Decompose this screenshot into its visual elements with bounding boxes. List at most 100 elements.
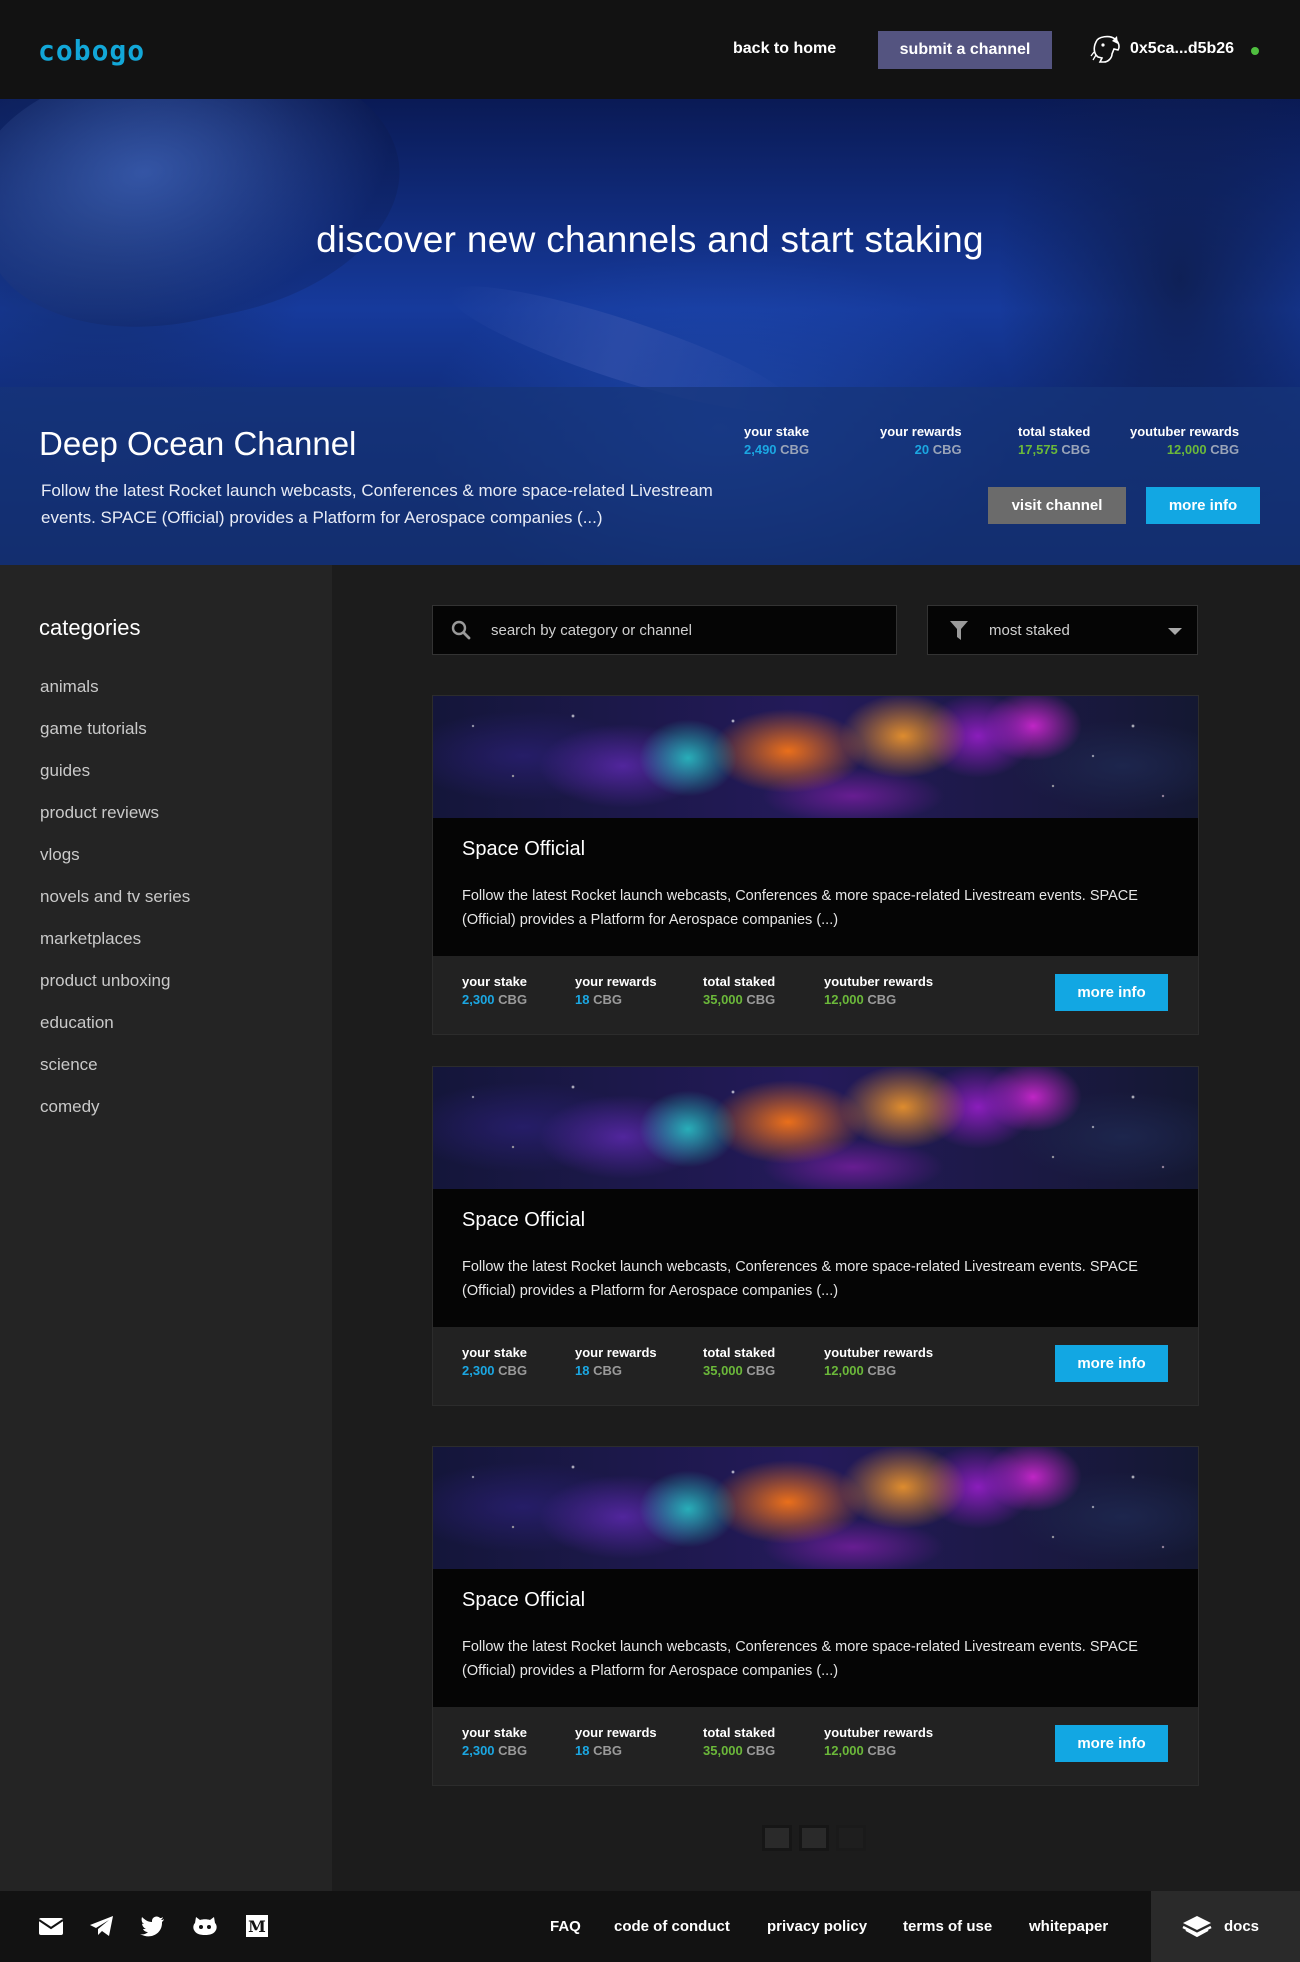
cobogo-logo[interactable]: cobogo: [38, 34, 145, 67]
stat-your-stake: your stake 2,300 CBG: [462, 1725, 527, 1758]
filter-icon: [950, 621, 968, 640]
stat-label: youtuber rewards: [824, 1345, 934, 1360]
stat-your-stake: your stake 2,300 CBG: [462, 974, 527, 1007]
more-info-button[interactable]: more info: [1055, 1725, 1168, 1762]
stat-unit: CBG: [780, 442, 810, 457]
channel-list-area: most staked Space Official Follow the la…: [332, 565, 1300, 1891]
channel-title[interactable]: Space Official: [462, 1209, 585, 1232]
featured-stat-your-rewards: your rewards 20 CBG: [880, 424, 962, 457]
footer-link-privacy-policy[interactable]: privacy policy: [767, 1918, 867, 1935]
stat-label: your rewards: [880, 424, 962, 439]
category-item-game-tutorials[interactable]: game tutorials: [40, 719, 190, 761]
stat-label: total staked: [703, 1345, 776, 1360]
stat-unit: CBG: [867, 992, 897, 1007]
back-to-home-link[interactable]: back to home: [733, 40, 836, 58]
mail-icon[interactable]: [38, 1914, 64, 1938]
stat-unit: CBG: [498, 1743, 528, 1758]
twitter-icon[interactable]: [140, 1914, 166, 1938]
medium-icon[interactable]: M: [244, 1914, 270, 1938]
stat-value: 18: [575, 992, 590, 1007]
category-item-product-unboxing[interactable]: product unboxing: [40, 971, 190, 1013]
telegram-icon[interactable]: [89, 1914, 115, 1938]
stat-label: your rewards: [575, 1345, 657, 1360]
footer-link-whitepaper[interactable]: whitepaper: [1029, 1918, 1108, 1935]
channel-card: Space Official Follow the latest Rocket …: [432, 1446, 1199, 1786]
categories-sidebar: categories animals game tutorials guides…: [0, 565, 332, 1891]
pagination-page-1[interactable]: [762, 1825, 792, 1851]
categories-list: animals game tutorials guides product re…: [40, 677, 190, 1139]
channel-banner-image[interactable]: [433, 1067, 1198, 1189]
category-item-marketplaces[interactable]: marketplaces: [40, 929, 190, 971]
stat-label: your stake: [744, 424, 810, 439]
category-item-comedy[interactable]: comedy: [40, 1097, 190, 1139]
category-item-guides[interactable]: guides: [40, 761, 190, 803]
more-info-button[interactable]: more info: [1055, 974, 1168, 1011]
channel-card: Space Official Follow the latest Rocket …: [432, 695, 1199, 1035]
featured-stat-total-staked: total staked 17,575 CBG: [1018, 424, 1090, 457]
category-item-novels-and-tv-series[interactable]: novels and tv series: [40, 887, 190, 929]
channel-stats-bar: your stake 2,300 CBG your rewards 18 CBG…: [433, 1707, 1198, 1785]
footer-link-faq[interactable]: FAQ: [550, 1918, 581, 1935]
channel-banner-image[interactable]: [433, 1447, 1198, 1569]
footer-link-terms-of-use[interactable]: terms of use: [903, 1918, 992, 1935]
stat-value: 18: [575, 1363, 590, 1378]
channel-description: Follow the latest Rocket launch webcasts…: [462, 888, 1138, 928]
visit-channel-button[interactable]: visit channel: [988, 487, 1126, 524]
svg-text:M: M: [248, 1917, 266, 1936]
category-item-animals[interactable]: animals: [40, 677, 190, 719]
stat-value: 20: [914, 442, 930, 457]
channel-banner-image[interactable]: [433, 696, 1198, 818]
channel-stats-bar: your stake 2,300 CBG your rewards 18 CBG…: [433, 956, 1198, 1034]
stat-unit: CBG: [593, 1363, 622, 1378]
footer-link-code-of-conduct[interactable]: code of conduct: [614, 1918, 730, 1935]
stat-label: total staked: [1018, 424, 1091, 439]
category-item-vlogs[interactable]: vlogs: [40, 845, 190, 887]
stat-label: total staked: [703, 974, 776, 989]
stat-label: youtuber rewards: [824, 1725, 934, 1740]
channel-card: Space Official Follow the latest Rocket …: [432, 1066, 1199, 1406]
stat-unit: CBG: [746, 1363, 776, 1378]
stat-youtuber-rewards: youtuber rewards 12,000 CBG: [824, 1345, 933, 1378]
stat-value: 2,300: [462, 992, 495, 1007]
pagination-page-3[interactable]: [836, 1825, 866, 1851]
featured-more-info-button[interactable]: more info: [1146, 487, 1260, 524]
channel-description: Follow the latest Rocket launch webcasts…: [462, 1259, 1138, 1299]
online-status-dot: [1251, 47, 1259, 55]
docs-button[interactable]: docs: [1151, 1891, 1300, 1962]
stat-value: 2,300: [462, 1363, 495, 1378]
stat-value: 2,300: [462, 1743, 495, 1758]
channel-title[interactable]: Space Official: [462, 838, 585, 861]
submit-channel-button[interactable]: submit a channel: [878, 31, 1052, 69]
pagination-page-2[interactable]: [799, 1825, 829, 1851]
stat-total-staked: total staked 35,000 CBG: [703, 974, 775, 1007]
stat-value: 35,000: [703, 1743, 743, 1758]
stat-total-staked: total staked 35,000 CBG: [703, 1725, 775, 1758]
search-input[interactable]: [491, 606, 881, 654]
stat-unit: CBG: [593, 992, 622, 1007]
stat-value: 18: [575, 1743, 590, 1758]
stat-label: youtuber rewards: [1130, 424, 1240, 439]
more-info-button[interactable]: more info: [1055, 1345, 1168, 1382]
wallet-address[interactable]: 0x5ca...d5b26: [1130, 40, 1234, 58]
category-item-science[interactable]: science: [40, 1055, 190, 1097]
stat-label: your stake: [462, 1725, 528, 1740]
search-box: [432, 605, 897, 655]
sort-dropdown[interactable]: most staked: [927, 605, 1198, 655]
stat-unit: CBG: [867, 1363, 897, 1378]
stat-label: youtuber rewards: [824, 974, 934, 989]
sort-selected-value: most staked: [989, 622, 1070, 639]
stat-unit: CBG: [593, 1743, 622, 1758]
category-item-education[interactable]: education: [40, 1013, 190, 1055]
channel-title[interactable]: Space Official: [462, 1589, 585, 1612]
stat-value: 12,000: [824, 1363, 864, 1378]
stat-unit: CBG: [498, 992, 528, 1007]
stat-value: 12,000: [824, 1743, 864, 1758]
site-footer: M FAQ code of conduct privacy policy ter…: [0, 1891, 1300, 1962]
stat-youtuber-rewards: youtuber rewards 12,000 CBG: [824, 1725, 933, 1758]
github-icon[interactable]: [192, 1914, 218, 1938]
category-item-product-reviews[interactable]: product reviews: [40, 803, 190, 845]
stat-your-stake: your stake 2,300 CBG: [462, 1345, 527, 1378]
avatar-dog-icon[interactable]: [1090, 32, 1122, 66]
hero-banner: discover new channels and start staking …: [0, 99, 1300, 565]
stat-unit: CBG: [1061, 442, 1091, 457]
